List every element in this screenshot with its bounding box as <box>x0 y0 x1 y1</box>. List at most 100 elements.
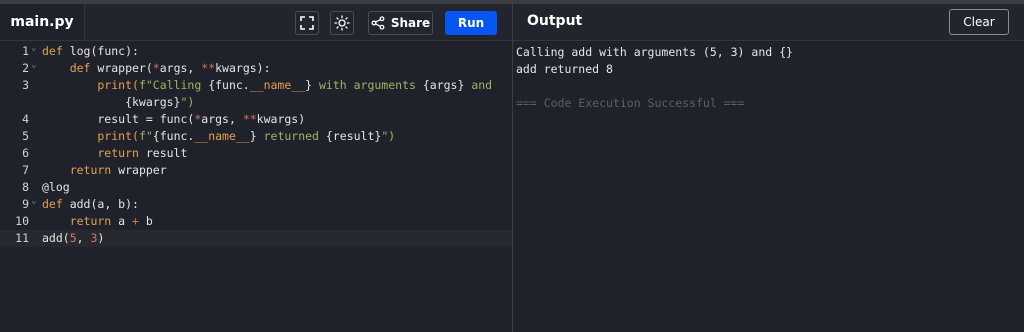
line-number: 8 <box>22 180 29 194</box>
code-text: def wrapper(*args, **kwargs): <box>42 60 271 77</box>
code-token: args, <box>201 112 243 126</box>
code-token: , <box>76 231 91 245</box>
code-line[interactable]: 8 @log <box>0 179 512 196</box>
code-token: add( <box>42 231 70 245</box>
code-line[interactable]: {kwargs}") <box>0 94 512 111</box>
code-token: {func. <box>152 129 195 143</box>
line-number: 1 <box>22 44 29 58</box>
code-token: log(func): <box>69 44 139 58</box>
code-token: wrapper( <box>97 61 153 75</box>
file-tab-main[interactable]: main.py <box>0 4 85 40</box>
clear-button[interactable]: Clear <box>949 9 1009 35</box>
line-number: 4 <box>22 112 29 126</box>
code-token: + <box>132 214 139 228</box>
code-token: @log <box>42 180 70 194</box>
code-text: {kwargs}") <box>42 94 194 111</box>
line-number: 5 <box>22 129 29 143</box>
line-number: 11 <box>15 231 29 245</box>
code-line[interactable]: 4 result = func(*args, **kwargs) <box>0 111 512 128</box>
share-icon <box>371 16 385 30</box>
code-line[interactable]: 1 ⌄ def log(func): <box>0 43 512 60</box>
code-line[interactable]: 6 return result <box>0 145 512 162</box>
fullscreen-button[interactable] <box>295 11 319 35</box>
code-line[interactable]: 9 ⌄ def add(a, b): <box>0 196 512 213</box>
code-editor[interactable]: 1 ⌄ def log(func): 2 ⌄ def wrapper(*args, **… <box>0 40 512 332</box>
share-label: Share <box>390 16 431 30</box>
output-pane: Output Clear Calling add with arguments … <box>513 4 1024 332</box>
code-token: * <box>152 61 160 75</box>
code-token: ") <box>180 95 195 109</box>
line-number: 6 <box>22 146 29 160</box>
share-button[interactable]: Share <box>368 11 433 35</box>
code-line[interactable]: 7 return wrapper <box>0 162 512 179</box>
code-token: add(a, b): <box>69 197 139 211</box>
code-text: def add(a, b): <box>42 196 139 213</box>
code-text: print(f"{func.__name__} returned {result… <box>42 128 395 145</box>
editor-pane: main.py Share Run 1 ⌄ def log(func): 2 ⌄… <box>0 4 512 332</box>
output-toolbar: Output Clear <box>513 4 1024 41</box>
chevron-down-icon[interactable]: ⌄ <box>31 57 36 74</box>
run-button[interactable]: Run <box>445 11 497 35</box>
code-token: {func. <box>208 78 250 92</box>
code-line[interactable]: 3 print(f"Calling {func.__name__} with a… <box>0 77 512 94</box>
output-line: Calling add with arguments (5, 3) and {} <box>516 45 793 59</box>
code-text: def log(func): <box>42 43 139 60</box>
execution-status: === Code Execution Successful === <box>516 96 745 110</box>
code-text: print(f"Calling {func.__name__} with arg… <box>42 77 492 94</box>
code-line[interactable]: 11 add(5, 3) <box>0 230 512 247</box>
code-text: return result <box>42 145 187 162</box>
code-token: return <box>42 146 146 160</box>
code-token: def <box>42 197 70 211</box>
code-line[interactable]: 10 return a + b <box>0 213 512 230</box>
code-token: print( <box>42 78 139 92</box>
line-number: 9 <box>22 197 29 211</box>
chevron-down-icon[interactable]: ⌄ <box>31 193 36 210</box>
code-token: def <box>42 61 98 75</box>
editor-toolbar: main.py Share Run <box>0 4 512 41</box>
code-token: return <box>42 214 119 228</box>
code-token: {args} <box>422 78 465 92</box>
sun-icon <box>334 15 350 31</box>
code-token: __name__ <box>249 78 306 92</box>
line-number: 3 <box>22 78 29 92</box>
code-token: result <box>145 146 188 160</box>
code-token: return <box>42 163 119 177</box>
code-token: ") <box>381 129 396 143</box>
code-token: {kwargs} <box>42 95 181 109</box>
code-token: and <box>464 78 493 92</box>
code-token: result = func( <box>42 112 195 126</box>
code-text: result = func(*args, **kwargs) <box>42 111 305 128</box>
code-token: f" <box>138 129 153 143</box>
code-token: with arguments <box>312 78 423 92</box>
code-token: kwargs) <box>256 112 306 126</box>
code-token: b <box>138 214 153 228</box>
code-text: return a + b <box>42 213 153 230</box>
code-token: ** <box>242 112 257 126</box>
code-text: @log <box>42 179 70 196</box>
code-text: return wrapper <box>42 162 167 179</box>
line-number: 2 <box>22 61 29 75</box>
code-token: 5 <box>69 231 77 245</box>
code-token: a <box>118 214 133 228</box>
compiler-app: main.py Share Run 1 ⌄ def log(func): 2 ⌄… <box>0 4 1024 332</box>
code-token: kwargs): <box>215 61 271 75</box>
line-number: 10 <box>15 214 29 228</box>
code-token: print( <box>42 129 139 143</box>
chevron-down-icon[interactable]: ⌄ <box>31 40 36 57</box>
code-token: ) <box>97 231 105 245</box>
fullscreen-icon <box>300 16 314 30</box>
code-token: def <box>42 44 70 58</box>
code-token: {result} <box>325 129 382 143</box>
theme-toggle-button[interactable] <box>330 11 354 35</box>
code-token: wrapper <box>118 163 167 177</box>
code-token: f"Calling <box>138 78 209 92</box>
code-token: __name__ <box>194 129 250 143</box>
code-token: args, <box>159 61 202 75</box>
code-token: } <box>249 129 257 143</box>
code-token: ** <box>201 61 216 75</box>
output-line: add returned 8 <box>516 62 613 76</box>
line-number: 7 <box>22 163 29 177</box>
code-line[interactable]: 2 ⌄ def wrapper(*args, **kwargs): <box>0 60 512 77</box>
code-line[interactable]: 5 print(f"{func.__name__} returned {resu… <box>0 128 512 145</box>
output-title: Output <box>527 13 583 29</box>
